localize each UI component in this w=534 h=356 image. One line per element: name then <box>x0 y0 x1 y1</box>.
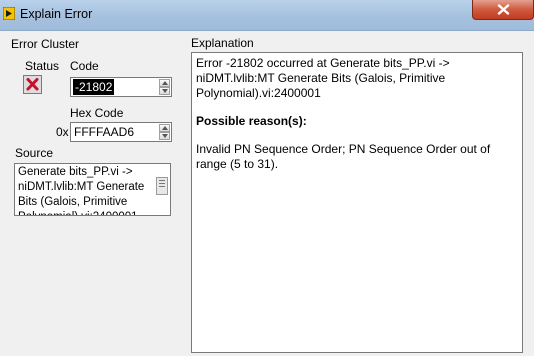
explain-error-window: Explain Error Error Cluster Status Code … <box>0 0 534 356</box>
explanation-field[interactable]: Error -21802 occurred at Generate bits_P… <box>191 52 523 353</box>
hex-code-value: FFFFAAD6 <box>74 125 135 139</box>
status-indicator <box>23 75 42 94</box>
close-button[interactable] <box>472 0 534 20</box>
code-increment-button[interactable] <box>159 79 170 87</box>
error-cluster-heading: Error Cluster <box>11 37 80 51</box>
code-field[interactable]: -21802 <box>70 77 172 97</box>
code-value: -21802 <box>73 79 115 95</box>
source-scrollbar[interactable] <box>156 177 168 195</box>
dialog-body: Error Cluster Status Code -21802 Hex Cod… <box>7 31 527 356</box>
source-label: Source <box>15 146 54 160</box>
code-label: Code <box>70 59 99 73</box>
code-stepper[interactable] <box>159 79 170 95</box>
possible-reasons-heading: Possible reason(s): <box>196 114 307 128</box>
hex-stepper[interactable] <box>159 124 170 140</box>
labview-icon <box>2 6 16 21</box>
explanation-heading: Explanation <box>191 36 254 50</box>
window-title: Explain Error <box>20 7 93 21</box>
hex-increment-button[interactable] <box>159 124 170 132</box>
status-label: Status <box>25 59 60 73</box>
explanation-text: Error -21802 occurred at Generate bits_P… <box>196 56 496 185</box>
reason-paragraph: Invalid PN Sequence Order; PN Sequence O… <box>196 142 491 171</box>
hex-code-field[interactable]: FFFFAAD6 <box>70 122 172 142</box>
source-field[interactable]: Generate bits_PP.vi -> niDMT.lvlib:MT Ge… <box>14 163 171 216</box>
hex-prefix: 0x <box>56 125 69 139</box>
hex-decrement-button[interactable] <box>159 132 170 140</box>
title-bar[interactable]: Explain Error <box>0 0 534 31</box>
source-text: Generate bits_PP.vi -> niDMT.lvlib:MT Ge… <box>18 166 145 215</box>
hex-code-label: Hex Code <box>70 106 124 120</box>
explanation-paragraph: Error -21802 occurred at Generate bits_P… <box>196 56 450 100</box>
code-decrement-button[interactable] <box>159 87 170 95</box>
